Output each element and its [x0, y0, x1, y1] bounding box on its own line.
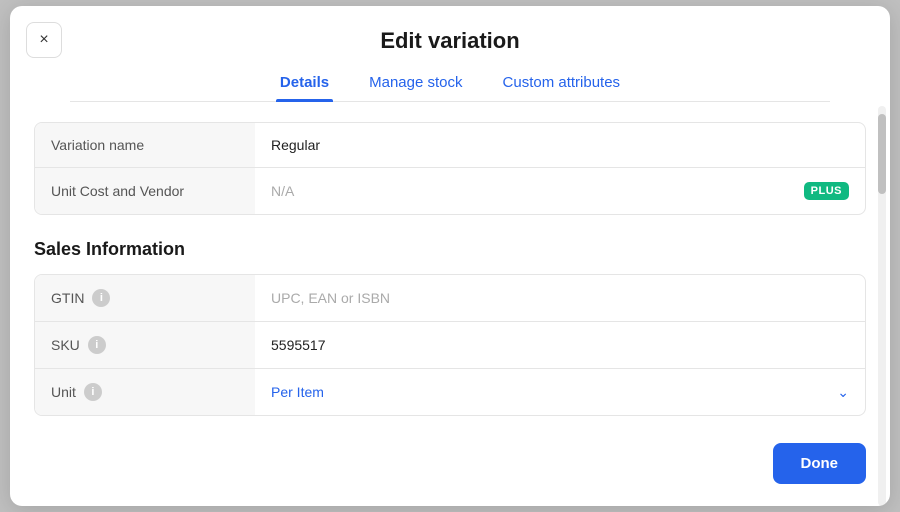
close-button[interactable]: ×	[26, 22, 62, 58]
tab-custom-attributes[interactable]: Custom attributes	[499, 66, 625, 101]
variation-name-value: Regular	[255, 123, 865, 167]
sku-info-icon[interactable]: i	[88, 336, 106, 354]
sales-fields-table: GTIN i UPC, EAN or ISBN SKU i 5595517	[34, 274, 866, 416]
basic-fields-table: Variation name Regular Unit Cost and Ven…	[34, 122, 866, 215]
table-row: Unit i Per Item ⌄	[35, 369, 865, 415]
unit-dropdown-icon: ⌄	[837, 384, 849, 401]
table-row: SKU i 5595517	[35, 322, 865, 369]
sales-section-title: Sales Information	[34, 239, 866, 260]
gtin-value: UPC, EAN or ISBN	[255, 275, 865, 321]
table-row: GTIN i UPC, EAN or ISBN	[35, 275, 865, 322]
unit-label: Unit i	[35, 369, 255, 415]
sku-label: SKU i	[35, 322, 255, 368]
done-button[interactable]: Done	[773, 443, 867, 484]
gtin-info-icon[interactable]: i	[92, 289, 110, 307]
modal-title: Edit variation	[70, 24, 830, 54]
unit-value[interactable]: Per Item ⌄	[255, 369, 865, 415]
sales-section: Sales Information GTIN i UPC, EAN or ISB…	[34, 239, 866, 416]
tabs-container: Details Manage stock Custom attributes	[70, 54, 830, 102]
tab-details[interactable]: Details	[276, 66, 333, 101]
table-row: Unit Cost and Vendor N/A PLUS	[35, 168, 865, 214]
modal-body: Variation name Regular Unit Cost and Ven…	[10, 102, 890, 502]
plus-badge: PLUS	[804, 182, 849, 200]
sku-value: 5595517	[255, 322, 865, 368]
scrollbar-thumb[interactable]	[878, 114, 886, 194]
scrollbar-track	[878, 106, 886, 506]
unit-cost-label: Unit Cost and Vendor	[35, 168, 255, 214]
unit-text: Per Item	[271, 384, 324, 400]
tab-manage-stock[interactable]: Manage stock	[365, 66, 466, 101]
table-row: Variation name Regular	[35, 123, 865, 168]
modal: Create an Item × Edit variation Details …	[10, 6, 890, 506]
close-icon: ×	[39, 31, 48, 49]
unit-cost-text: N/A	[271, 183, 294, 199]
variation-name-label: Variation name	[35, 123, 255, 167]
unit-info-icon[interactable]: i	[84, 383, 102, 401]
unit-cost-value: N/A PLUS	[255, 168, 865, 214]
modal-backdrop: Create an Item × Edit variation Details …	[0, 0, 900, 512]
modal-header: × Edit variation Details Manage stock Cu…	[10, 6, 890, 102]
gtin-label: GTIN i	[35, 275, 255, 321]
